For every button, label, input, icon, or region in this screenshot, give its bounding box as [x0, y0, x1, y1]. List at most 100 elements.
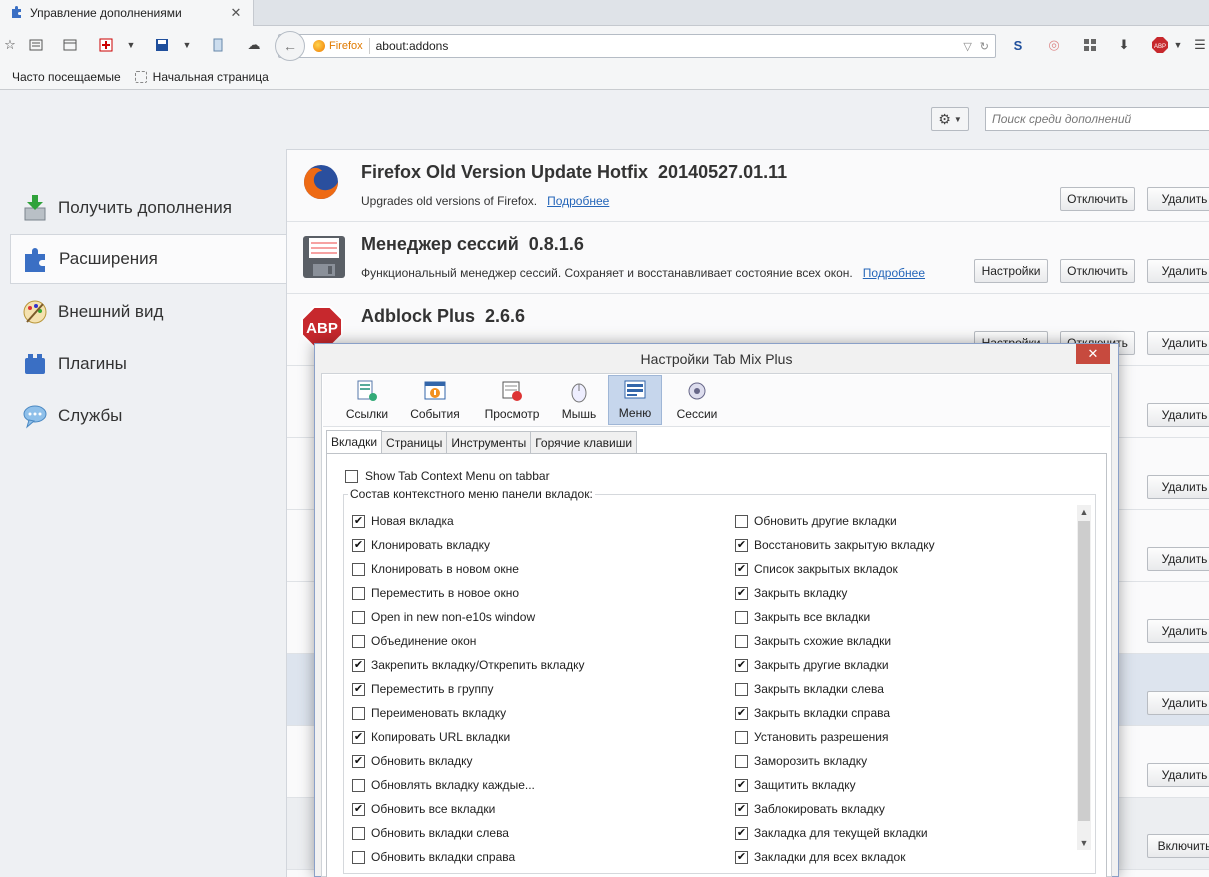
context-menu-option[interactable]: ✔ Закладка для текущей вкладки [735, 821, 935, 845]
checkbox-unchecked[interactable] [352, 610, 365, 624]
checkbox-unchecked[interactable] [352, 826, 365, 840]
checkbox-checked[interactable]: ✔ [735, 706, 748, 720]
tb-mouse[interactable]: Мышь [555, 375, 603, 425]
remove-button[interactable]: Удалить [1147, 763, 1209, 787]
remove-button[interactable]: Удалить [1147, 403, 1209, 427]
checkbox-checked[interactable]: ✔ [735, 826, 748, 840]
context-menu-option[interactable]: ✔ Обновить вкладку [352, 749, 585, 773]
more-link[interactable]: Подробнее [547, 194, 609, 208]
context-menu-option[interactable]: ✔ Восстановить закрытую вкладку [735, 533, 935, 557]
context-menu-option[interactable]: Переименовать вкладку [352, 701, 585, 725]
checkbox-unchecked[interactable] [735, 514, 748, 528]
checkbox-unchecked[interactable] [735, 754, 748, 768]
checkbox-unchecked[interactable] [352, 706, 365, 720]
identity-box[interactable]: Firefox [313, 38, 370, 54]
checkbox-checked[interactable]: ✔ [735, 538, 748, 552]
context-menu-option[interactable]: Закрыть все вкладки [735, 605, 935, 629]
star-icon[interactable]: ☆ [0, 35, 20, 55]
subtab-pages[interactable]: Страницы [381, 431, 448, 453]
checkbox-checked[interactable]: ✔ [735, 562, 748, 576]
s-extension-icon[interactable]: S [1008, 35, 1028, 55]
dialog-close-button[interactable]: ✕ [1076, 344, 1110, 364]
show-tab-context-menu-checkbox[interactable]: Show Tab Context Menu on tabbar [345, 469, 550, 483]
dropdown-arrow-icon[interactable]: ▽ [963, 40, 971, 53]
options-scrollbar[interactable]: ▲ ▼ [1077, 505, 1091, 850]
remove-button[interactable]: Удалить [1147, 331, 1209, 355]
scroll-down-arrow-icon[interactable]: ▼ [1077, 836, 1091, 850]
context-menu-option[interactable]: Клонировать в новом окне [352, 557, 585, 581]
tb-view[interactable]: Просмотр [477, 375, 547, 425]
url-text[interactable]: about:addons [376, 39, 964, 53]
window-icon[interactable] [60, 35, 80, 55]
checkbox-checked[interactable]: ✔ [352, 514, 365, 528]
bookmark-most-visited[interactable]: Часто посещаемые [2, 70, 121, 84]
subtab-tools[interactable]: Инструменты [446, 431, 532, 453]
context-menu-option[interactable]: Заморозить вкладку [735, 749, 935, 773]
remove-button[interactable]: Удалить [1147, 187, 1209, 211]
checkbox[interactable] [345, 469, 358, 483]
context-menu-option[interactable]: Переместить в новое окно [352, 581, 585, 605]
checkbox-checked[interactable]: ✔ [352, 802, 365, 816]
addon-row-session-manager[interactable]: Менеджер сессий 0.8.1.6 Функциональный ме… [287, 222, 1209, 294]
checkbox-checked[interactable]: ✔ [735, 802, 748, 816]
tab-close-button[interactable]: ✕ [227, 5, 245, 21]
tools-menu-button[interactable]: ⚙ ▼ [931, 107, 969, 131]
context-menu-option[interactable]: Обновить другие вкладки [735, 509, 935, 533]
checkbox-checked[interactable]: ✔ [735, 850, 748, 864]
tab-addons-manager[interactable]: Управление дополнениями ✕ [0, 0, 254, 26]
context-menu-option[interactable]: Объединение окон [352, 629, 585, 653]
download-arrow-icon[interactable]: ⬇ [1114, 35, 1134, 55]
back-arrow-icon[interactable]: ← [275, 31, 305, 61]
remove-button[interactable]: Удалить [1147, 259, 1209, 283]
save-icon[interactable] [152, 35, 172, 55]
context-menu-option[interactable]: ✔ Новая вкладка [352, 509, 585, 533]
checkbox-unchecked[interactable] [735, 610, 748, 624]
checkbox-checked[interactable]: ✔ [735, 658, 748, 672]
context-menu-option[interactable]: ✔ Заблокировать вкладку [735, 797, 935, 821]
context-menu-option[interactable]: Закрыть схожие вкладки [735, 629, 935, 653]
context-menu-option[interactable]: ✔ Копировать URL вкладки [352, 725, 585, 749]
disable-button[interactable]: Отключить [1060, 259, 1135, 283]
addons-search-input[interactable]: Поиск среди дополнений [985, 107, 1209, 131]
sidebar-icon[interactable] [208, 35, 228, 55]
checkbox-checked[interactable]: ✔ [352, 538, 365, 552]
remove-button[interactable]: Удалить [1147, 691, 1209, 715]
context-menu-option[interactable]: ✔ Обновить все вкладки [352, 797, 585, 821]
addon-row-hotfix[interactable]: Firefox Old Version Update Hotfix 2014052… [287, 150, 1209, 222]
scroll-thumb[interactable] [1078, 521, 1090, 821]
context-menu-option[interactable]: ✔ Закрыть вкладку [735, 581, 935, 605]
cloud-icon[interactable]: ☁ [244, 35, 264, 55]
url-bar[interactable]: ← Firefox about:addons ▽ ↻ [275, 31, 996, 61]
tb-events[interactable]: События [405, 375, 465, 425]
dialog-title-bar[interactable]: Настройки Tab Mix Plus ✕ [315, 344, 1118, 373]
checkbox-unchecked[interactable] [352, 778, 365, 792]
tb-links[interactable]: Ссылки [337, 375, 397, 425]
context-menu-option[interactable]: ✔ Список закрытых вкладок [735, 557, 935, 581]
checkbox-unchecked[interactable] [735, 634, 748, 648]
more-link[interactable]: Подробнее [863, 266, 925, 280]
dropdown-arrow-icon[interactable]: ▼ [121, 35, 141, 55]
settings-button[interactable]: Настройки [974, 259, 1048, 283]
context-menu-option[interactable]: Закрыть вкладки слева [735, 677, 935, 701]
tb-sessions[interactable]: Сессии [669, 375, 725, 425]
category-extensions[interactable]: Расширения [10, 234, 286, 284]
apps-grid-icon[interactable] [1080, 35, 1100, 55]
checkbox-checked[interactable]: ✔ [352, 730, 365, 744]
context-menu-option[interactable]: ✔ Закрыть другие вкладки [735, 653, 935, 677]
enable-button[interactable]: Включить [1147, 834, 1209, 858]
first-aid-icon[interactable] [96, 35, 116, 55]
tb-menu[interactable]: Меню [608, 375, 662, 425]
menu-icon[interactable]: ☰ [1190, 35, 1209, 55]
checkbox-checked[interactable]: ✔ [352, 682, 365, 696]
category-appearance[interactable]: Внешний вид [10, 287, 286, 337]
checkbox-checked[interactable]: ✔ [735, 778, 748, 792]
subtab-tabs[interactable]: Вкладки [326, 430, 383, 453]
dropdown-arrow-icon[interactable]: ▼ [177, 35, 197, 55]
reload-icon[interactable]: ↻ [980, 40, 989, 53]
remove-button[interactable]: Удалить [1147, 547, 1209, 571]
category-services[interactable]: Службы [10, 391, 286, 441]
disable-button[interactable]: Отключить [1060, 187, 1135, 211]
remove-button[interactable]: Удалить [1147, 619, 1209, 643]
speed-dial-icon[interactable]: ◎ [1044, 35, 1064, 55]
context-menu-option[interactable]: ✔ Переместить в группу [352, 677, 585, 701]
